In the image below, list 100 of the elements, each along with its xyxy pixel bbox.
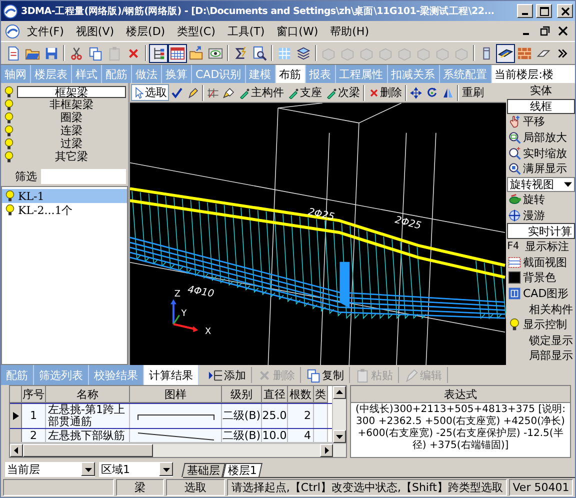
bulb-icon[interactable] bbox=[3, 98, 15, 110]
dropper-icon bbox=[288, 86, 300, 98]
panel-tab[interactable]: 计算结果 bbox=[144, 365, 199, 385]
view-tool[interactable]: 平移 bbox=[523, 114, 545, 130]
view-panel-item[interactable]: 局部显示 bbox=[507, 348, 575, 364]
status-text: Ver 50401 bbox=[508, 479, 573, 496]
maximize-icon bbox=[540, 6, 548, 16]
view-tool[interactable]: 局部放大 bbox=[523, 130, 567, 146]
component-item[interactable]: KL-2...1个 bbox=[2, 203, 127, 217]
menu-item[interactable]: 窗口(W) bbox=[272, 22, 324, 40]
realtime-calc-button[interactable]: 实时计算 bbox=[507, 223, 575, 239]
move-arrows-icon[interactable] bbox=[410, 86, 422, 98]
horizontal-scrollbar[interactable] bbox=[10, 443, 346, 457]
rebar-label: 4Φ10 bbox=[186, 284, 215, 300]
beam-icon[interactable] bbox=[496, 44, 515, 62]
beam-type-item[interactable]: 圈梁 bbox=[17, 112, 126, 124]
grid-tool-button[interactable]: 复制 bbox=[303, 366, 347, 384]
menu-item[interactable]: 楼层(D) bbox=[121, 22, 170, 40]
menu-item[interactable]: 视图(V) bbox=[70, 22, 120, 40]
view-dropdown[interactable]: 旋转视图 bbox=[507, 176, 575, 192]
table-cell: 左悬挑下部纵筋 bbox=[46, 429, 130, 442]
brush-icon[interactable] bbox=[223, 86, 235, 98]
column-header[interactable]: 级别 bbox=[222, 386, 262, 403]
view-mode-button[interactable]: 实体 bbox=[507, 83, 575, 99]
floor-tab[interactable]: 基础层 bbox=[182, 463, 226, 477]
view-tool[interactable]: CAD图形 bbox=[523, 286, 569, 302]
show-labels-button[interactable]: F4 显示标注 bbox=[507, 238, 575, 255]
menu-item[interactable]: 工具(T) bbox=[222, 22, 270, 40]
dropdown-arrow-icon bbox=[564, 180, 572, 188]
window-title: 3DMA-工程量(网络版)/钢筋(网络版) - [D:\Documents and Settings\zh\桌面\11G101-梁测试工程\22... bbox=[21, 4, 496, 18]
region-dropdown[interactable]: 区域1 bbox=[99, 462, 173, 476]
tree-icon[interactable] bbox=[149, 44, 168, 62]
beam-type-item[interactable]: 其它梁 bbox=[17, 150, 126, 162]
bulb-icon[interactable] bbox=[3, 112, 15, 124]
add-row-icon bbox=[208, 368, 223, 382]
copy-icon bbox=[306, 368, 321, 382]
filter-label: 筛选 bbox=[15, 169, 37, 184]
view-tool[interactable]: 满屏显示 bbox=[523, 161, 567, 176]
component-item[interactable]: KL-1 bbox=[2, 189, 127, 203]
module-tab[interactable]: 布筋 bbox=[276, 65, 306, 83]
view-tool[interactable]: 漫游 bbox=[523, 208, 545, 224]
column-header[interactable]: 序号 bbox=[22, 386, 46, 403]
menu-item[interactable]: 类型(C) bbox=[172, 22, 220, 40]
column-header[interactable]: 根数 bbox=[288, 386, 314, 403]
view-tool[interactable]: 背景色 bbox=[523, 270, 556, 286]
bulb-icon[interactable] bbox=[3, 86, 15, 98]
zoom-icon bbox=[508, 146, 521, 160]
column-header[interactable]: 图样 bbox=[130, 386, 222, 403]
menu-item[interactable]: 帮助(H) bbox=[325, 22, 374, 40]
beam-type-item[interactable]: 连梁 bbox=[17, 124, 126, 136]
table-cell: 4 bbox=[288, 429, 314, 442]
draw-tool-button[interactable]: 支座 bbox=[286, 84, 324, 101]
table-cell: 左悬挑-第1跨上部贯通筋 bbox=[46, 404, 130, 428]
check-icon[interactable] bbox=[171, 86, 183, 98]
column-header[interactable]: 类 bbox=[314, 386, 328, 403]
status-text: 请选择起点,【Ctrl】改变选中状态,【Shift】跨类型选取 bbox=[227, 479, 507, 496]
minimize-button[interactable] bbox=[517, 4, 533, 18]
menu-item[interactable]: 文件(F) bbox=[22, 22, 69, 40]
view-tool[interactable]: 截面视图 bbox=[523, 254, 567, 270]
frame-icon[interactable] bbox=[207, 86, 219, 98]
draw-tool-button[interactable]: 主构件 bbox=[237, 84, 286, 101]
beam-type-item[interactable]: 过梁 bbox=[17, 138, 126, 150]
app-logo-icon[interactable] bbox=[5, 24, 20, 38]
filter-field[interactable] bbox=[41, 169, 126, 184]
view-panel-item[interactable]: 相关构件 bbox=[507, 301, 575, 317]
view-panel-item[interactable]: 锁定显示 bbox=[507, 332, 575, 348]
column-header[interactable]: 直径 bbox=[262, 386, 288, 403]
draw-tool-button[interactable]: 次梁 bbox=[324, 84, 362, 101]
vertical-scrollbar[interactable] bbox=[332, 386, 346, 443]
view-tool[interactable]: 旋转 bbox=[523, 192, 545, 208]
arrow-up-icon bbox=[336, 389, 343, 396]
beam-type-item[interactable]: 非框架梁 bbox=[17, 98, 126, 110]
row-header[interactable] bbox=[10, 404, 22, 428]
view-mode-button[interactable]: 线框 bbox=[507, 98, 575, 114]
floor-tab[interactable]: 楼层1 bbox=[222, 463, 262, 477]
table-cell: 25.0 bbox=[262, 404, 288, 428]
draw-tool-button[interactable]: 选取 bbox=[131, 84, 169, 101]
beam-type-item[interactable]: 框架梁 bbox=[17, 86, 126, 98]
dropdown-arrow-icon bbox=[162, 466, 170, 472]
view-tool[interactable]: 实时缩放 bbox=[523, 146, 567, 161]
floor-dropdown[interactable]: 当前层 bbox=[5, 462, 95, 476]
table-icon[interactable] bbox=[168, 44, 187, 62]
rebar-label: 2Φ25 bbox=[307, 206, 336, 224]
grid-tool-button[interactable]: 添加 bbox=[205, 366, 249, 384]
maximize-button[interactable] bbox=[536, 4, 552, 18]
row-pointer-icon bbox=[12, 412, 18, 420]
column-header[interactable]: 名称 bbox=[46, 386, 130, 403]
status-text: 选取 bbox=[166, 479, 226, 496]
pen-icon[interactable] bbox=[187, 86, 199, 98]
bulb-icon[interactable] bbox=[3, 124, 15, 136]
table-cell: 10.0 bbox=[262, 429, 288, 442]
bulb-icon[interactable] bbox=[3, 138, 15, 150]
draw-tool-button[interactable]: 重刷 bbox=[460, 84, 486, 101]
bulb-icon[interactable] bbox=[3, 150, 15, 162]
delete-icon bbox=[368, 86, 380, 98]
rotate-icon[interactable] bbox=[426, 86, 438, 98]
mirror-icon[interactable] bbox=[442, 86, 454, 98]
close-button[interactable] bbox=[557, 4, 573, 18]
draw-tool-button[interactable]: 删除 bbox=[366, 84, 404, 101]
view-tool[interactable]: 显示控制 bbox=[523, 317, 567, 332]
